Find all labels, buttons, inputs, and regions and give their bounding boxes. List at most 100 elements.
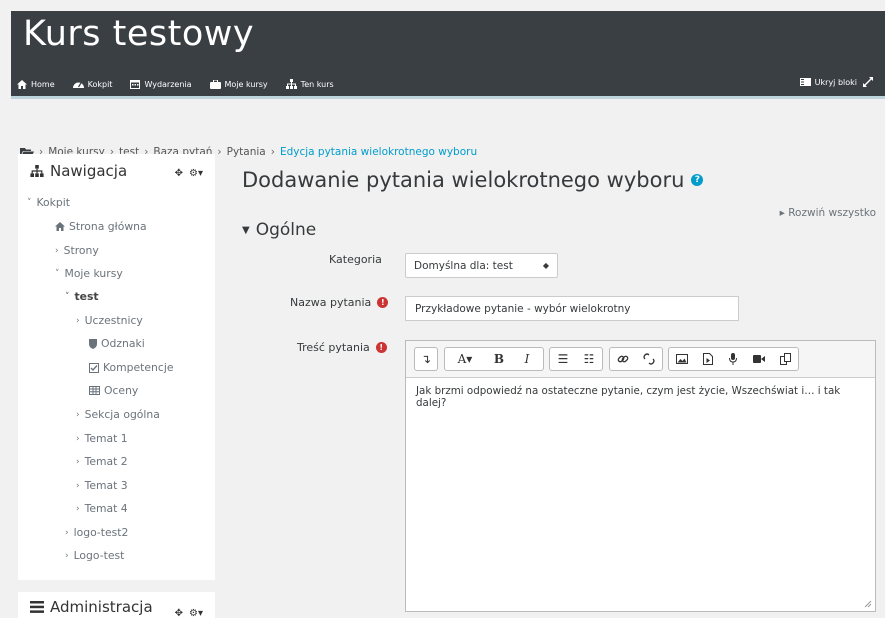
tree-item-badges[interactable]: Odznaki — [89, 337, 145, 350]
home-icon — [17, 79, 27, 89]
video-icon[interactable] — [746, 348, 772, 370]
section-general-label: Ogólne — [255, 220, 317, 240]
tree-item-label: Strony — [63, 244, 99, 257]
select-arrows-icon: ◆ — [542, 261, 549, 270]
nav-my-courses-label: Moje kursy — [224, 79, 268, 89]
italic-icon[interactable]: I — [513, 348, 541, 370]
sitemap-icon — [30, 165, 44, 177]
question-name-value: Przykładowe pytanie - wybór wielokrotny — [415, 302, 631, 315]
gear-icon[interactable]: ⚙▾ — [189, 608, 203, 618]
unordered-list-icon[interactable]: ☰ — [550, 348, 576, 370]
expand-all-label: Rozwiń wszystko — [788, 207, 876, 219]
fullscreen-icon[interactable] — [863, 77, 873, 87]
nav-this-course-label: Ten kurs — [300, 79, 334, 89]
hide-blocks-button[interactable]: Ukryj bloki — [799, 77, 877, 87]
hide-blocks-icon — [799, 78, 811, 86]
nav-this-course[interactable]: Ten kurs — [285, 79, 334, 89]
bold-icon[interactable]: B — [485, 348, 513, 370]
top-navbar: Home Kokpit Wydarzenia Moje kursy Ten ku… — [11, 73, 885, 95]
navigation-block-title: Nawigacja — [30, 162, 127, 180]
tree-item-label: Logo-test — [73, 549, 125, 562]
nav-home[interactable]: Home — [17, 79, 55, 89]
category-select-value: Domyślna dla: test — [414, 259, 513, 272]
briefcase-icon — [209, 79, 221, 89]
tree-item-label: Kokpit — [36, 196, 71, 209]
shield-icon — [89, 338, 97, 349]
section-general-toggle[interactable]: ▼ Ogólne — [242, 220, 316, 240]
move-icon[interactable]: ✥ — [175, 608, 183, 618]
chevron-right-icon: › — [65, 527, 69, 538]
tree-item-label: test — [74, 290, 99, 303]
nav-events[interactable]: Wydarzenia — [130, 79, 192, 89]
move-icon[interactable]: ✥ — [175, 168, 183, 179]
tree-item-dashboard[interactable]: ˅ Kokpit — [27, 196, 70, 209]
tree-item-competencies[interactable]: Kompetencje — [89, 361, 173, 374]
tree-item-logo-test[interactable]: › Logo-test — [65, 549, 124, 562]
link-icon[interactable] — [610, 348, 636, 370]
tree-item-logo-test2[interactable]: › logo-test2 — [65, 526, 128, 539]
administration-block-controls: ✥ ⚙▾ — [169, 608, 203, 618]
tree-item-my-courses[interactable]: ˅ Moje kursy — [55, 267, 123, 280]
tree-item-topic-3[interactable]: › Temat 3 — [76, 479, 128, 492]
chevron-down-icon: ˅ — [55, 268, 60, 279]
table-icon — [89, 386, 100, 395]
image-icon[interactable] — [669, 348, 695, 370]
header-divider — [11, 96, 885, 99]
nav-dashboard[interactable]: Kokpit — [72, 79, 113, 89]
bars-icon — [30, 601, 44, 613]
checkbox-icon — [89, 362, 99, 373]
collapse-toolbar-icon[interactable]: ↴ — [415, 348, 437, 370]
media-icon[interactable] — [695, 348, 721, 370]
nav-home-label: Home — [31, 79, 55, 89]
category-label-text: Kategoria — [329, 252, 382, 266]
tree-item-grades[interactable]: Oceny — [89, 384, 138, 397]
tree-item-pages[interactable]: › Strony — [55, 244, 99, 257]
breadcrumb-current[interactable]: Edycja pytania wielokrotnego wyboru — [280, 146, 477, 158]
ordered-list-icon[interactable]: ☷ — [576, 348, 602, 370]
unlink-icon[interactable] — [636, 348, 662, 370]
navigation-title-label: Nawigacja — [50, 162, 128, 180]
editor-content[interactable]: Jak brzmi odpowiedź na ostateczne pytani… — [416, 385, 871, 409]
toolbar-group-media — [668, 347, 799, 371]
expand-all-link[interactable]: ▸ Rozwiń wszystko — [780, 207, 876, 219]
page-header: Kurs testowy Home Kokpit Wydarzenia Moje… — [11, 11, 885, 96]
nav-my-courses[interactable]: Moje kursy — [209, 79, 268, 89]
tree-item-participants[interactable]: › Uczestnicy — [76, 314, 143, 327]
tree-item-topic-1[interactable]: › Temat 1 — [76, 432, 128, 445]
nav-dashboard-label: Kokpit — [87, 79, 113, 89]
resize-handle-icon[interactable] — [864, 600, 872, 608]
sitemap-icon — [285, 79, 297, 89]
question-text-label: Treść pytania ! — [297, 340, 387, 354]
tree-item-label: Temat 2 — [84, 455, 128, 468]
tree-item-label: logo-test2 — [73, 526, 129, 539]
tree-item-general-section[interactable]: › Sekcja ogólna — [76, 408, 160, 421]
page: Kurs testowy Home Kokpit Wydarzenia Moje… — [0, 0, 885, 618]
breadcrumb-questions[interactable]: Pytania — [227, 146, 266, 158]
gear-icon[interactable]: ⚙▾ — [189, 168, 203, 179]
home-icon — [55, 222, 65, 231]
dashboard-icon — [72, 82, 84, 88]
required-icon: ! — [377, 296, 389, 308]
chevron-right-icon: › — [76, 433, 80, 444]
paragraph-style-icon[interactable]: A▾ — [445, 348, 485, 370]
manage-files-icon[interactable] — [772, 348, 798, 370]
chevron-down-icon: ˅ — [27, 197, 32, 208]
question-name-label: Nazwa pytania ! — [290, 295, 389, 309]
question-name-input[interactable]: Przykładowe pytanie - wybór wielokrotny — [405, 296, 739, 321]
tree-item-label: Temat 1 — [84, 432, 128, 445]
question-name-label-text: Nazwa pytania — [290, 295, 372, 309]
microphone-icon[interactable] — [721, 348, 747, 370]
tree-item-topic-2[interactable]: › Temat 2 — [76, 455, 128, 468]
tree-item-home[interactable]: Strona główna — [55, 220, 147, 233]
tree-item-label: Kompetencje — [103, 361, 174, 374]
category-select[interactable]: Domyślna dla: test ◆ — [405, 253, 558, 278]
help-icon[interactable]: ? — [691, 174, 704, 186]
navigation-block: Nawigacja ✥ ⚙▾ ˅ Kokpit Strona główna › St… — [18, 154, 215, 580]
tree-item-test[interactable]: ˅ test — [65, 290, 99, 303]
administration-block: Administracja ✥ ⚙▾ — [18, 592, 215, 618]
question-text-editor[interactable]: ↴ A▾ B I ☰ ☷ Jak brzmi odpowiedź na osta… — [405, 340, 876, 612]
caret-down-icon: ▼ — [242, 224, 250, 236]
tree-item-label: Moje kursy — [64, 267, 123, 280]
hide-blocks-label: Ukryj bloki — [814, 77, 857, 87]
tree-item-topic-4[interactable]: › Temat 4 — [76, 502, 128, 515]
